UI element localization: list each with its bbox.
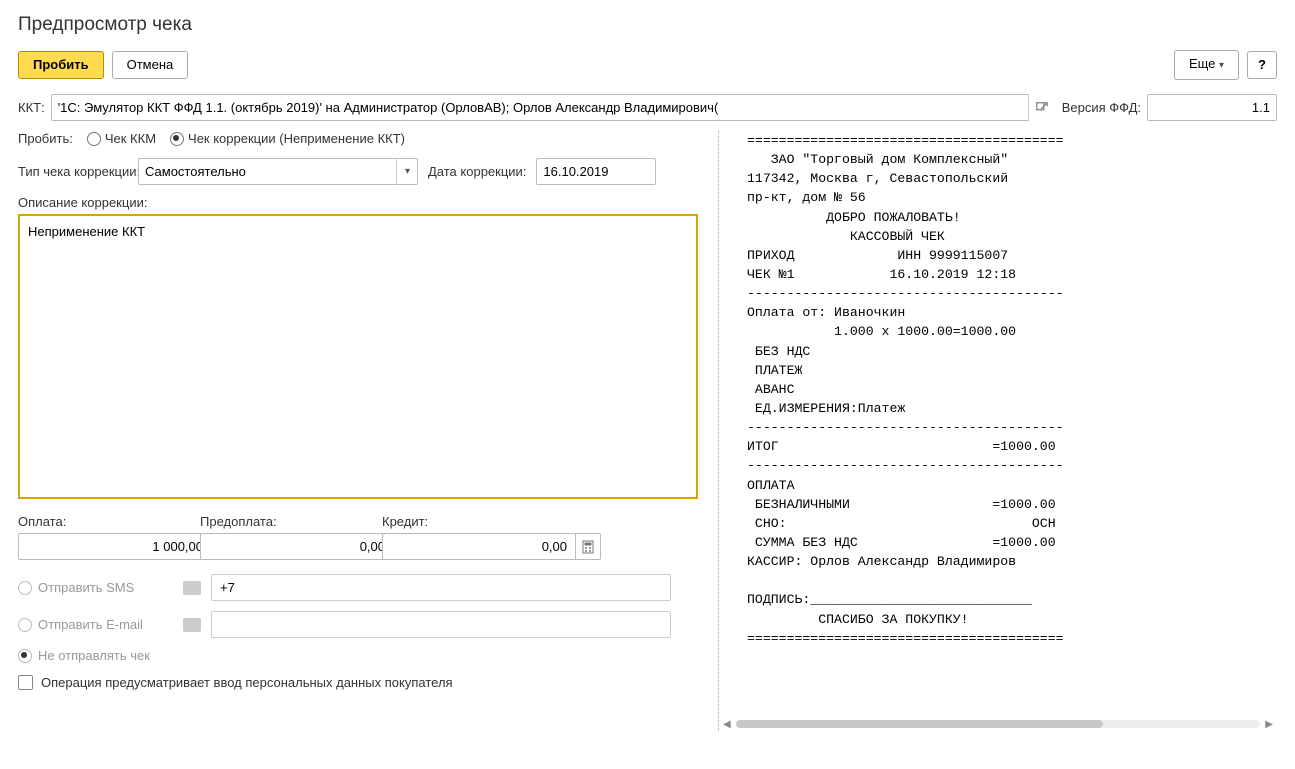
radio-icon bbox=[18, 618, 32, 632]
email-input[interactable] bbox=[211, 611, 671, 638]
open-icon bbox=[1035, 101, 1049, 115]
correction-date-label: Дата коррекции: bbox=[428, 164, 526, 179]
help-button[interactable]: ? bbox=[1247, 51, 1277, 79]
kkt-row: ККТ: Версия ФФД: bbox=[18, 94, 1277, 121]
receipt-text[interactable]: ========================================… bbox=[725, 131, 1277, 711]
sms-phone-input[interactable] bbox=[211, 574, 671, 601]
toolbar: Пробить Отмена Еще ▾ ? bbox=[18, 50, 1277, 80]
page-title: Предпросмотр чека bbox=[18, 14, 1277, 36]
radio-icon bbox=[87, 132, 101, 146]
scroll-left-arrow-icon: ◀ bbox=[723, 719, 731, 730]
radio-correction-label: Чек коррекции (Неприменение ККТ) bbox=[188, 131, 405, 146]
payment-label: Оплата: bbox=[18, 514, 188, 529]
horizontal-scrollbar[interactable]: ◀ ▶ bbox=[723, 717, 1273, 731]
more-button-label: Еще bbox=[1189, 56, 1215, 71]
correction-type-select[interactable] bbox=[138, 158, 418, 185]
chevron-down-icon: ▾ bbox=[405, 166, 410, 177]
amounts-row: Оплата: Предоплата: Кредит: bbox=[18, 514, 698, 560]
send-options: Отправить SMS Отправить E-mail Не отправ… bbox=[18, 574, 698, 663]
radio-correction[interactable]: Чек коррекции (Неприменение ККТ) bbox=[170, 131, 405, 146]
correction-type-dropdown-button[interactable]: ▾ bbox=[396, 158, 418, 185]
scroll-right-arrow-icon: ▶ bbox=[1265, 719, 1273, 730]
send-none-label: Не отправлять чек bbox=[38, 648, 150, 663]
personal-data-label: Операция предусматривает ввод персональн… bbox=[41, 675, 453, 690]
credit-label: Кредит: bbox=[382, 514, 552, 529]
payment-input[interactable] bbox=[18, 533, 212, 560]
ffd-version-input[interactable] bbox=[1147, 94, 1277, 121]
punch-button[interactable]: Пробить bbox=[18, 51, 104, 79]
kkt-input[interactable] bbox=[51, 94, 1056, 121]
personal-data-row[interactable]: Операция предусматривает ввод персональн… bbox=[18, 675, 698, 690]
correction-desc-input[interactable] bbox=[18, 214, 698, 499]
send-email-label: Отправить E-mail bbox=[38, 617, 143, 632]
prepayment-input[interactable] bbox=[200, 533, 394, 560]
receipt-preview: ========================================… bbox=[718, 131, 1277, 731]
correction-type-row: Тип чека коррекции: ▾ Дата коррекции: bbox=[18, 158, 698, 185]
calculator-icon bbox=[582, 540, 594, 554]
radio-checked-icon bbox=[18, 649, 32, 663]
radio-kkm-label: Чек ККМ bbox=[105, 131, 156, 146]
ffd-version-label: Версия ФФД: bbox=[1062, 100, 1141, 115]
punch-mode-group: Пробить: Чек ККМ Чек коррекции (Непримен… bbox=[18, 131, 698, 146]
correction-date-input[interactable] bbox=[536, 158, 656, 185]
send-sms-label: Отправить SMS bbox=[38, 580, 134, 595]
credit-input[interactable] bbox=[382, 533, 576, 560]
punch-mode-label: Пробить: bbox=[18, 131, 73, 146]
sms-icon bbox=[183, 581, 201, 595]
kkt-open-button[interactable] bbox=[1028, 94, 1056, 121]
radio-icon bbox=[18, 581, 32, 595]
cancel-button[interactable]: Отмена bbox=[112, 51, 189, 79]
credit-calc-button[interactable] bbox=[576, 533, 601, 560]
more-button[interactable]: Еще ▾ bbox=[1174, 50, 1239, 80]
correction-desc-label: Описание коррекции: bbox=[18, 195, 698, 210]
radio-checked-icon bbox=[170, 132, 184, 146]
email-icon bbox=[183, 618, 201, 632]
correction-type-label: Тип чека коррекции: bbox=[18, 164, 128, 179]
radio-kkm[interactable]: Чек ККМ bbox=[87, 131, 156, 146]
chevron-down-icon: ▾ bbox=[1219, 60, 1224, 71]
kkt-label: ККТ: bbox=[18, 100, 45, 115]
checkbox-icon bbox=[18, 675, 33, 690]
prepayment-label: Предоплата: bbox=[200, 514, 370, 529]
